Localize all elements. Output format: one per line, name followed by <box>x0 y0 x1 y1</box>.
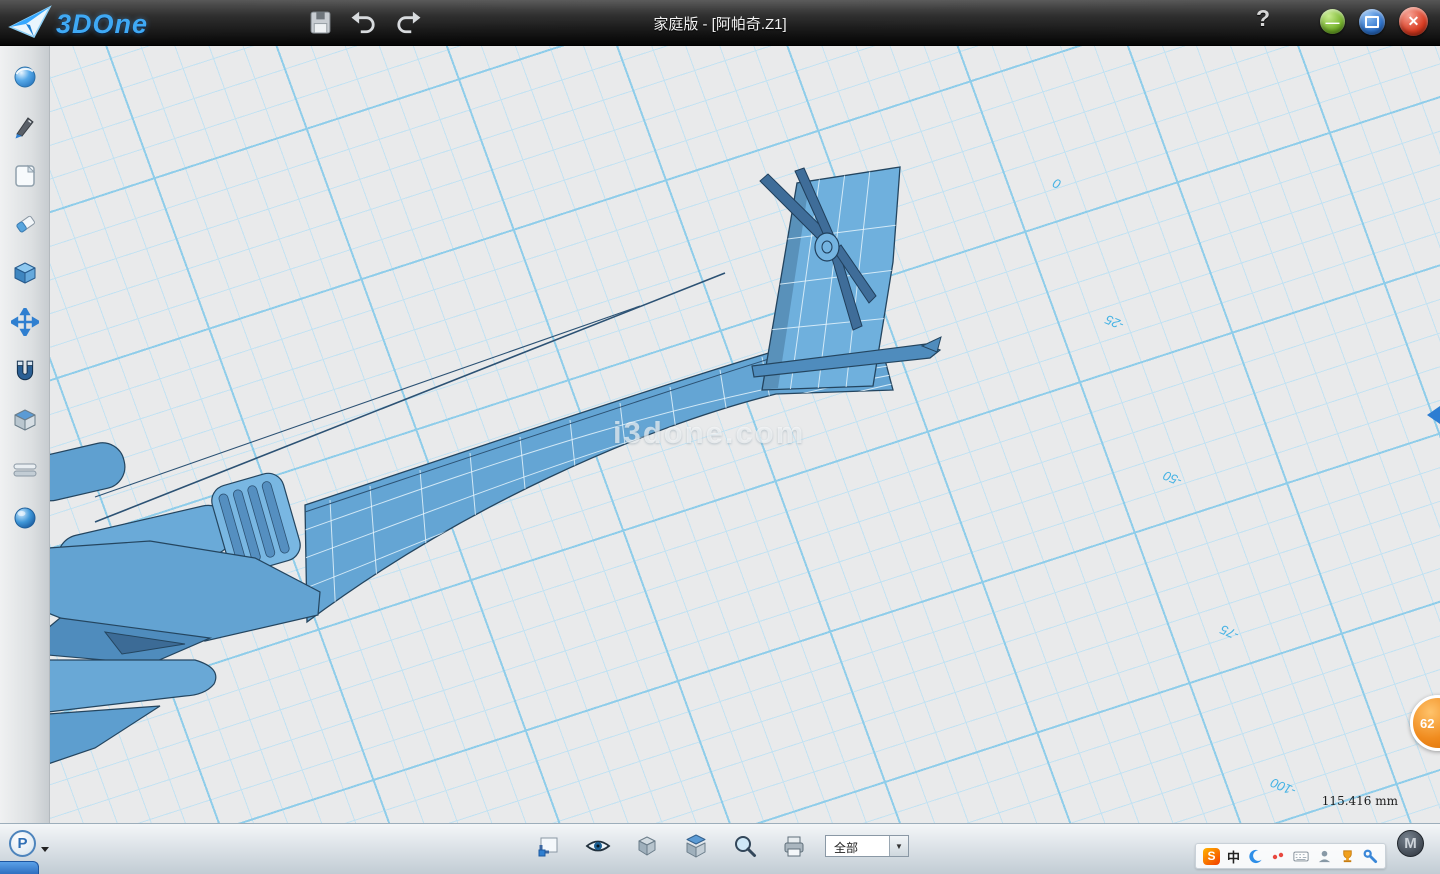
badge-count: 62 <box>1420 716 1434 731</box>
maximize-icon <box>1365 16 1379 28</box>
bottom-toolbar: P <box>0 823 1440 874</box>
ime-tray: S 中 <box>1195 843 1386 869</box>
close-button[interactable]: ✕ <box>1399 7 1428 36</box>
move-transform-tool-icon[interactable] <box>11 308 39 336</box>
special-feature-tool-icon[interactable] <box>11 406 39 434</box>
app-name: 3DOne <box>56 9 148 40</box>
sogou-logo-icon[interactable]: S <box>1203 848 1220 865</box>
measure-tool-icon[interactable] <box>11 455 39 483</box>
grid-axis-labels: 0 -25 -50 -75 -100 <box>1050 175 1298 799</box>
plane-mode-caret-icon[interactable] <box>41 847 49 852</box>
left-toolbar <box>0 45 50 824</box>
zoom-button[interactable] <box>727 828 763 864</box>
titlebar: 3DOne 家庭版 - [阿帕奇.Z1] ? — ✕ <box>0 0 1440 46</box>
fullwidth-moon-icon[interactable] <box>1247 848 1263 864</box>
dimension-readout: 115.416 mm <box>1322 794 1398 808</box>
minimize-button[interactable]: — <box>1320 9 1345 34</box>
sketch-plane-tool-icon[interactable] <box>11 161 39 189</box>
grid-label-100: -100 <box>1268 775 1299 799</box>
maximize-button[interactable] <box>1359 9 1385 35</box>
mode-button[interactable]: M <box>1397 830 1424 857</box>
sketch-draw-tool-icon[interactable] <box>11 112 39 140</box>
punctuation-icon[interactable] <box>1270 848 1286 864</box>
grid-label-25: -25 <box>1102 312 1126 333</box>
magnet-assembly-tool-icon[interactable] <box>11 357 39 385</box>
keyboard-icon[interactable] <box>1293 848 1309 864</box>
trophy-icon[interactable] <box>1339 848 1355 864</box>
filter-dropdown[interactable]: 全部 ▼ <box>825 835 909 857</box>
visibility-eye-button[interactable] <box>580 828 616 864</box>
ime-mode-toggle[interactable]: 中 <box>1227 847 1240 866</box>
save-button[interactable] <box>306 8 334 36</box>
taskbar-peek-window[interactable] <box>0 861 39 874</box>
help-button[interactable]: ? <box>1252 5 1274 32</box>
undo-button[interactable] <box>350 8 378 36</box>
render-material-tool-icon[interactable] <box>11 63 39 91</box>
primitive-solid-tool-icon[interactable] <box>11 259 39 287</box>
user-icon[interactable] <box>1316 848 1332 864</box>
watermark: i3done.com <box>613 415 805 451</box>
paper-plane-logo-icon <box>8 3 52 46</box>
edit-trim-tool-icon[interactable] <box>11 210 39 238</box>
display-mode-button[interactable] <box>629 828 665 864</box>
app-logo: 3DOne <box>8 3 148 46</box>
wrench-icon[interactable] <box>1362 848 1378 864</box>
grid-label-0: 0 <box>1050 175 1063 192</box>
print-button[interactable] <box>776 828 812 864</box>
filter-value: 全部 <box>826 836 889 856</box>
window-title: 家庭版 - [阿帕奇.Z1] <box>653 13 786 34</box>
redo-button[interactable] <box>394 8 422 36</box>
grid-label-50: -50 <box>1160 468 1184 489</box>
helicopter-model[interactable] <box>50 167 941 764</box>
expand-panel-arrow-icon[interactable] <box>1427 406 1440 424</box>
grid-label-75: -75 <box>1217 622 1241 643</box>
dropdown-arrow-icon[interactable]: ▼ <box>889 836 908 856</box>
viewport-3d[interactable]: 0 -25 -50 -75 -100 i3done.com 115.416 mm… <box>50 45 1440 824</box>
material-ball-tool-icon[interactable] <box>11 504 39 532</box>
reference-plane-button[interactable] <box>531 828 567 864</box>
plane-mode-button[interactable]: P <box>9 830 36 857</box>
render-style-button[interactable] <box>678 828 714 864</box>
